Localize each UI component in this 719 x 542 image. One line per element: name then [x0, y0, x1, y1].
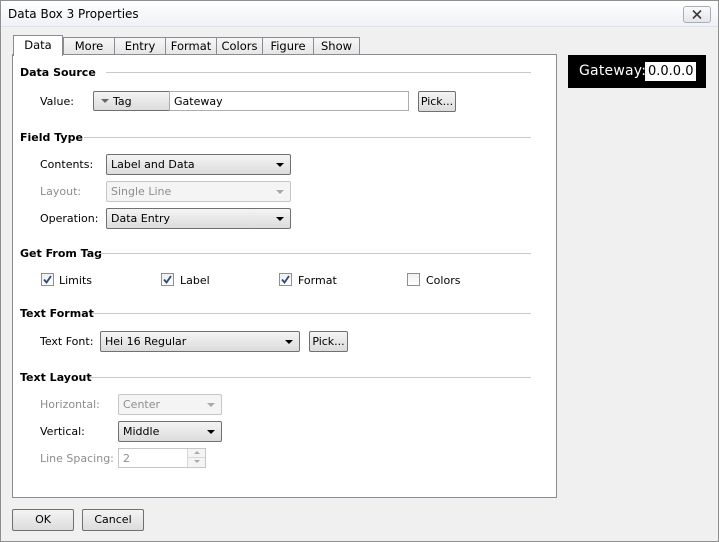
close-button[interactable]	[683, 6, 711, 23]
chevron-down-icon	[285, 340, 293, 344]
limits-checkbox[interactable]	[41, 273, 54, 286]
data-box-preview: Gateway: 0.0.0.0	[568, 55, 706, 88]
tab-show[interactable]: Show	[313, 37, 360, 55]
chevron-down-icon	[276, 190, 284, 194]
format-checkbox[interactable]	[279, 273, 292, 286]
text-font-value: Hei 16 Regular	[105, 335, 187, 348]
section-divider	[84, 137, 531, 138]
chevron-down-icon	[207, 403, 215, 407]
checkmark-icon	[43, 275, 52, 284]
operation-dropdown[interactable]: Data Entry	[106, 208, 291, 229]
value-tag-text: Gateway	[174, 95, 223, 108]
format-label: Format	[298, 274, 337, 287]
layout-label: Layout:	[40, 185, 82, 198]
chevron-down-icon	[101, 99, 109, 103]
section-title-get-from-tag: Get From Tag	[20, 247, 103, 260]
line-spacing-stepper[interactable]: 2	[118, 448, 206, 468]
preview-data: 0.0.0.0	[645, 62, 697, 81]
tab-data[interactable]: Data	[13, 35, 63, 56]
line-spacing-value: 2	[123, 452, 130, 465]
layout-value: Single Line	[111, 185, 172, 198]
section-title-data-source: Data Source	[20, 66, 96, 79]
label-label: Label	[180, 274, 210, 287]
value-type-dropdown[interactable]: Tag	[93, 91, 171, 111]
data-tab-panel: Data Source Value: Tag Gateway Pick... F…	[12, 54, 557, 498]
line-spacing-label: Line Spacing:	[40, 452, 114, 465]
text-font-dropdown[interactable]: Hei 16 Regular	[100, 331, 300, 352]
title-bar: Data Box 3 Properties	[1, 1, 718, 27]
operation-value: Data Entry	[111, 212, 171, 225]
checkmark-icon	[281, 275, 290, 284]
section-title-field-type: Field Type	[20, 131, 83, 144]
value-tag-input[interactable]: Gateway	[169, 91, 409, 111]
tab-figure[interactable]: Figure	[262, 37, 314, 55]
close-icon	[692, 10, 702, 19]
horizontal-value: Center	[123, 398, 161, 411]
tab-entry[interactable]: Entry	[114, 37, 166, 55]
operation-label: Operation:	[40, 212, 99, 225]
contents-dropdown[interactable]: Label and Data	[106, 154, 291, 175]
value-type-text: Tag	[113, 95, 132, 108]
vertical-label: Vertical:	[40, 425, 85, 438]
cancel-button[interactable]: Cancel	[82, 509, 144, 531]
layout-dropdown[interactable]: Single Line	[106, 181, 291, 202]
limits-label: Limits	[59, 274, 92, 287]
window-title: Data Box 3 Properties	[8, 7, 139, 21]
colors-checkbox[interactable]	[407, 273, 420, 286]
tab-format[interactable]: Format	[165, 37, 217, 55]
contents-value: Label and Data	[111, 158, 195, 171]
tab-more[interactable]: More	[63, 37, 115, 55]
chevron-down-icon	[276, 217, 284, 221]
text-font-label: Text Font:	[40, 335, 94, 348]
properties-dialog: Data Box 3 Properties Data More Entry Fo…	[0, 0, 719, 542]
horizontal-label: Horizontal:	[40, 398, 100, 411]
vertical-value: Middle	[123, 425, 160, 438]
section-divider	[92, 313, 531, 314]
chevron-down-icon	[207, 430, 215, 434]
value-pick-button[interactable]: Pick...	[418, 91, 456, 112]
contents-label: Contents:	[40, 158, 94, 171]
stepper-up-icon[interactable]	[187, 449, 205, 458]
checkmark-icon	[163, 275, 172, 284]
colors-label: Colors	[426, 274, 461, 287]
font-pick-button[interactable]: Pick...	[309, 331, 348, 352]
chevron-down-icon	[276, 163, 284, 167]
stepper-down-icon[interactable]	[187, 458, 205, 467]
section-divider	[106, 72, 531, 73]
label-checkbox[interactable]	[161, 273, 174, 286]
horizontal-dropdown[interactable]: Center	[118, 394, 222, 415]
section-title-text-format: Text Format	[20, 307, 94, 320]
vertical-dropdown[interactable]: Middle	[118, 421, 222, 442]
section-title-text-layout: Text Layout	[20, 371, 92, 384]
section-divider	[90, 377, 531, 378]
value-label: Value:	[40, 95, 74, 108]
section-divider	[99, 253, 531, 254]
tab-colors[interactable]: Colors	[216, 37, 263, 55]
ok-button[interactable]: OK	[12, 509, 74, 531]
preview-label: Gateway:	[579, 63, 647, 79]
